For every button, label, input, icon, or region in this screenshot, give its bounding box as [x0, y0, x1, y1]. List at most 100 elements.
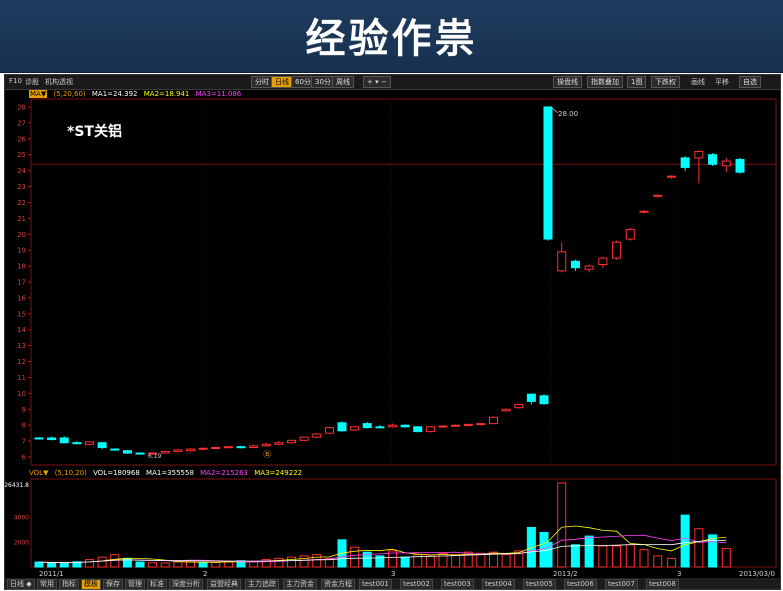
- candle-body: [261, 443, 271, 447]
- volume-bar: [135, 561, 145, 568]
- bottom-tab[interactable]: test005: [523, 579, 556, 590]
- price-tick-label: 15: [17, 310, 26, 318]
- volume-bar: [85, 559, 94, 568]
- candle-body: [625, 228, 635, 240]
- candle-body: [350, 426, 360, 431]
- volume-bar: [708, 534, 718, 568]
- volume-bar: [47, 562, 57, 568]
- candle-body: [223, 446, 233, 449]
- candle-body: [526, 393, 536, 402]
- candle-body: [543, 106, 553, 240]
- vol-ma2: MA2=215263: [200, 469, 249, 477]
- volume-bar: [721, 547, 731, 568]
- volume-bar: [148, 562, 158, 568]
- volume-bar: [598, 545, 608, 568]
- candle-body: [653, 194, 663, 197]
- bottom-tab[interactable]: test004: [482, 579, 515, 590]
- volume-bar: [451, 554, 461, 568]
- price-tick-label: 24: [17, 167, 26, 175]
- candle-body: [287, 439, 296, 444]
- price-tick-label: 17: [17, 279, 26, 287]
- volume-pane-frame: [30, 478, 777, 568]
- candle-body: [708, 154, 718, 165]
- candlestick-chart[interactable]: 6 7 8 9 10 11 12 13 14 15 16 17 18 19 20 21 22 23 24 25 26 27…: [5, 75, 780, 570]
- bottom-tab[interactable]: 模板: [81, 579, 101, 590]
- price-tick-label: 11: [17, 374, 26, 382]
- bottom-tab[interactable]: 主力资金: [283, 579, 317, 590]
- candle-body: [186, 448, 195, 452]
- bottom-tab[interactable]: test002: [400, 579, 433, 590]
- bottom-tab[interactable]: test003: [441, 579, 474, 590]
- candle-body: [489, 416, 498, 425]
- price-tick-label: 9: [22, 406, 26, 414]
- bottom-tab[interactable]: 管理: [125, 579, 145, 590]
- bottom-tab[interactable]: test001: [359, 579, 392, 590]
- volume-bar: [110, 554, 120, 568]
- candle-body: [735, 158, 745, 173]
- volume-bar: [680, 514, 690, 568]
- candle-body: [438, 425, 448, 428]
- banner: 经验作祟: [0, 0, 783, 73]
- bottom-tab[interactable]: test007: [605, 579, 638, 590]
- date-label-5: 2013/03/0: [739, 570, 775, 578]
- bottom-tab[interactable]: 益盟经典: [207, 579, 241, 590]
- low-price-label: 6.19: [148, 453, 162, 460]
- candle-body: [451, 424, 461, 427]
- price-tick-label: 20: [17, 231, 26, 239]
- vol-value: VOL=180968: [93, 469, 140, 477]
- volume-bar: [639, 549, 649, 568]
- bottom-tab[interactable]: test008: [646, 579, 679, 590]
- candle-body: [97, 442, 107, 448]
- volume-bar: [97, 556, 107, 568]
- volume-bar: [557, 482, 567, 568]
- date-label-4: 3: [677, 570, 682, 578]
- candle-body: [539, 395, 549, 405]
- price-tick-label: 13: [17, 342, 26, 350]
- bottom-tab[interactable]: test006: [564, 579, 597, 590]
- date-label-1: 2: [203, 570, 208, 578]
- volume-bar: [584, 535, 594, 568]
- volume-bar: [299, 555, 309, 568]
- candle-body: [160, 450, 170, 454]
- volume-bar: [287, 556, 296, 568]
- date-axis: 2011/1 2 3 2013/2 3 2013/03/0: [5, 570, 780, 578]
- banner-title: 经验作祟: [305, 16, 478, 62]
- candle-body: [557, 251, 567, 272]
- candle-body: [173, 449, 183, 452]
- candle-body: [375, 426, 385, 429]
- volume-bar: [476, 552, 486, 568]
- bottom-tab[interactable]: 资金方程: [321, 579, 355, 590]
- volume-bar: [59, 562, 69, 568]
- candle-body: [388, 424, 397, 428]
- volume-bar: [211, 562, 221, 568]
- candle-body: [274, 442, 284, 445]
- bottom-tab[interactable]: 常用: [37, 579, 57, 590]
- candle-body: [639, 210, 649, 213]
- candle-body: [694, 151, 704, 159]
- vol-selector[interactable]: VOL▼: [29, 469, 48, 477]
- price-tick-label: 22: [17, 199, 26, 207]
- volume-bar: [570, 544, 580, 568]
- bottom-tab[interactable]: 标准: [147, 579, 167, 590]
- volume-legend: VOL▼ (5,10,20) VOL=180968 MA1=355558 MA2…: [29, 469, 306, 479]
- price-tick-label: 25: [17, 151, 26, 159]
- bottom-tab[interactable]: 指标: [59, 579, 79, 590]
- bottom-tab[interactable]: 保存: [103, 579, 123, 590]
- candle-body: [72, 442, 82, 445]
- candle-body: [236, 446, 246, 449]
- price-tick-label: 26: [17, 135, 26, 143]
- bottom-tab[interactable]: 深度分析: [169, 579, 203, 590]
- candle-body: [362, 423, 372, 429]
- candle-body: [680, 157, 690, 168]
- bottom-tab[interactable]: 主力追踪: [245, 579, 279, 590]
- price-tick-label: 7: [22, 438, 26, 446]
- candle-body: [312, 433, 322, 438]
- price-tick-label: 8: [22, 422, 26, 430]
- volume-bar: [438, 552, 448, 568]
- price-pane-frame: [30, 98, 777, 466]
- price-tick-label: 6: [22, 454, 27, 462]
- volume-bar: [501, 554, 511, 568]
- tab-period-indicator[interactable]: 日线 ◆: [7, 579, 35, 590]
- vol-ma1: MA1=355558: [146, 469, 194, 477]
- candle-body: [514, 404, 524, 409]
